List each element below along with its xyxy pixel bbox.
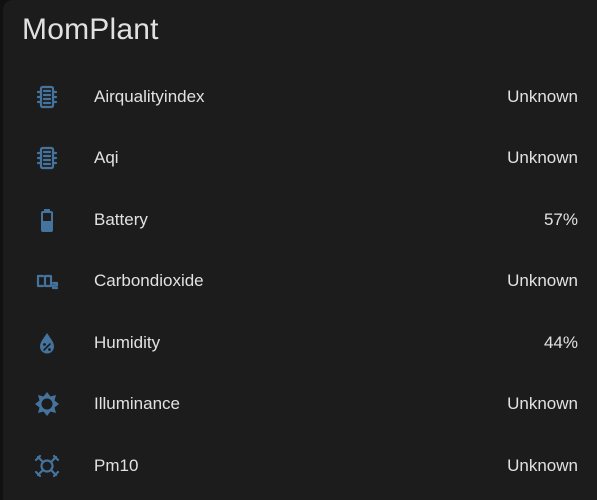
- virus-icon: [33, 452, 61, 480]
- entity-state: Unknown: [507, 271, 578, 290]
- entity-row-airqualityindex[interactable]: Airqualityindex Unknown: [3, 72, 597, 122]
- air-filter-icon: [33, 83, 61, 111]
- entity-state: 44%: [543, 333, 578, 352]
- entity-state: Unknown: [507, 394, 578, 413]
- brightness-icon: [33, 390, 61, 418]
- entity-name: Carbondioxide: [94, 271, 204, 290]
- entity-state: Unknown: [507, 148, 578, 167]
- entity-name: Battery: [94, 210, 148, 229]
- entities-card: MomPlant Airqualityindex Unknown Aqi Unk…: [3, 0, 597, 500]
- entity-state: Unknown: [507, 87, 578, 106]
- entity-name: Airqualityindex: [94, 87, 205, 106]
- entity-name: Aqi: [94, 148, 119, 167]
- molecule-co2-icon: [33, 267, 61, 295]
- card-title: MomPlant: [22, 13, 159, 46]
- entity-row-battery[interactable]: Battery 57%: [3, 195, 597, 245]
- air-filter-icon: [33, 144, 61, 172]
- entity-row-humidity[interactable]: Humidity 44%: [3, 318, 597, 368]
- entity-row-aqi[interactable]: Aqi Unknown: [3, 133, 597, 183]
- entity-name: Illuminance: [94, 394, 180, 413]
- entity-name: Humidity: [94, 333, 161, 352]
- battery-icon: [33, 206, 61, 234]
- entity-row-carbondioxide[interactable]: Carbondioxide Unknown: [3, 256, 597, 306]
- entity-state: Unknown: [507, 456, 578, 475]
- entity-name: Pm10: [94, 456, 139, 475]
- entity-row-illuminance[interactable]: Illuminance Unknown: [3, 379, 597, 429]
- entity-row-pm10[interactable]: Pm10 Unknown: [3, 441, 597, 491]
- entity-state: 57%: [543, 210, 578, 229]
- water-percent-icon: [33, 329, 61, 357]
